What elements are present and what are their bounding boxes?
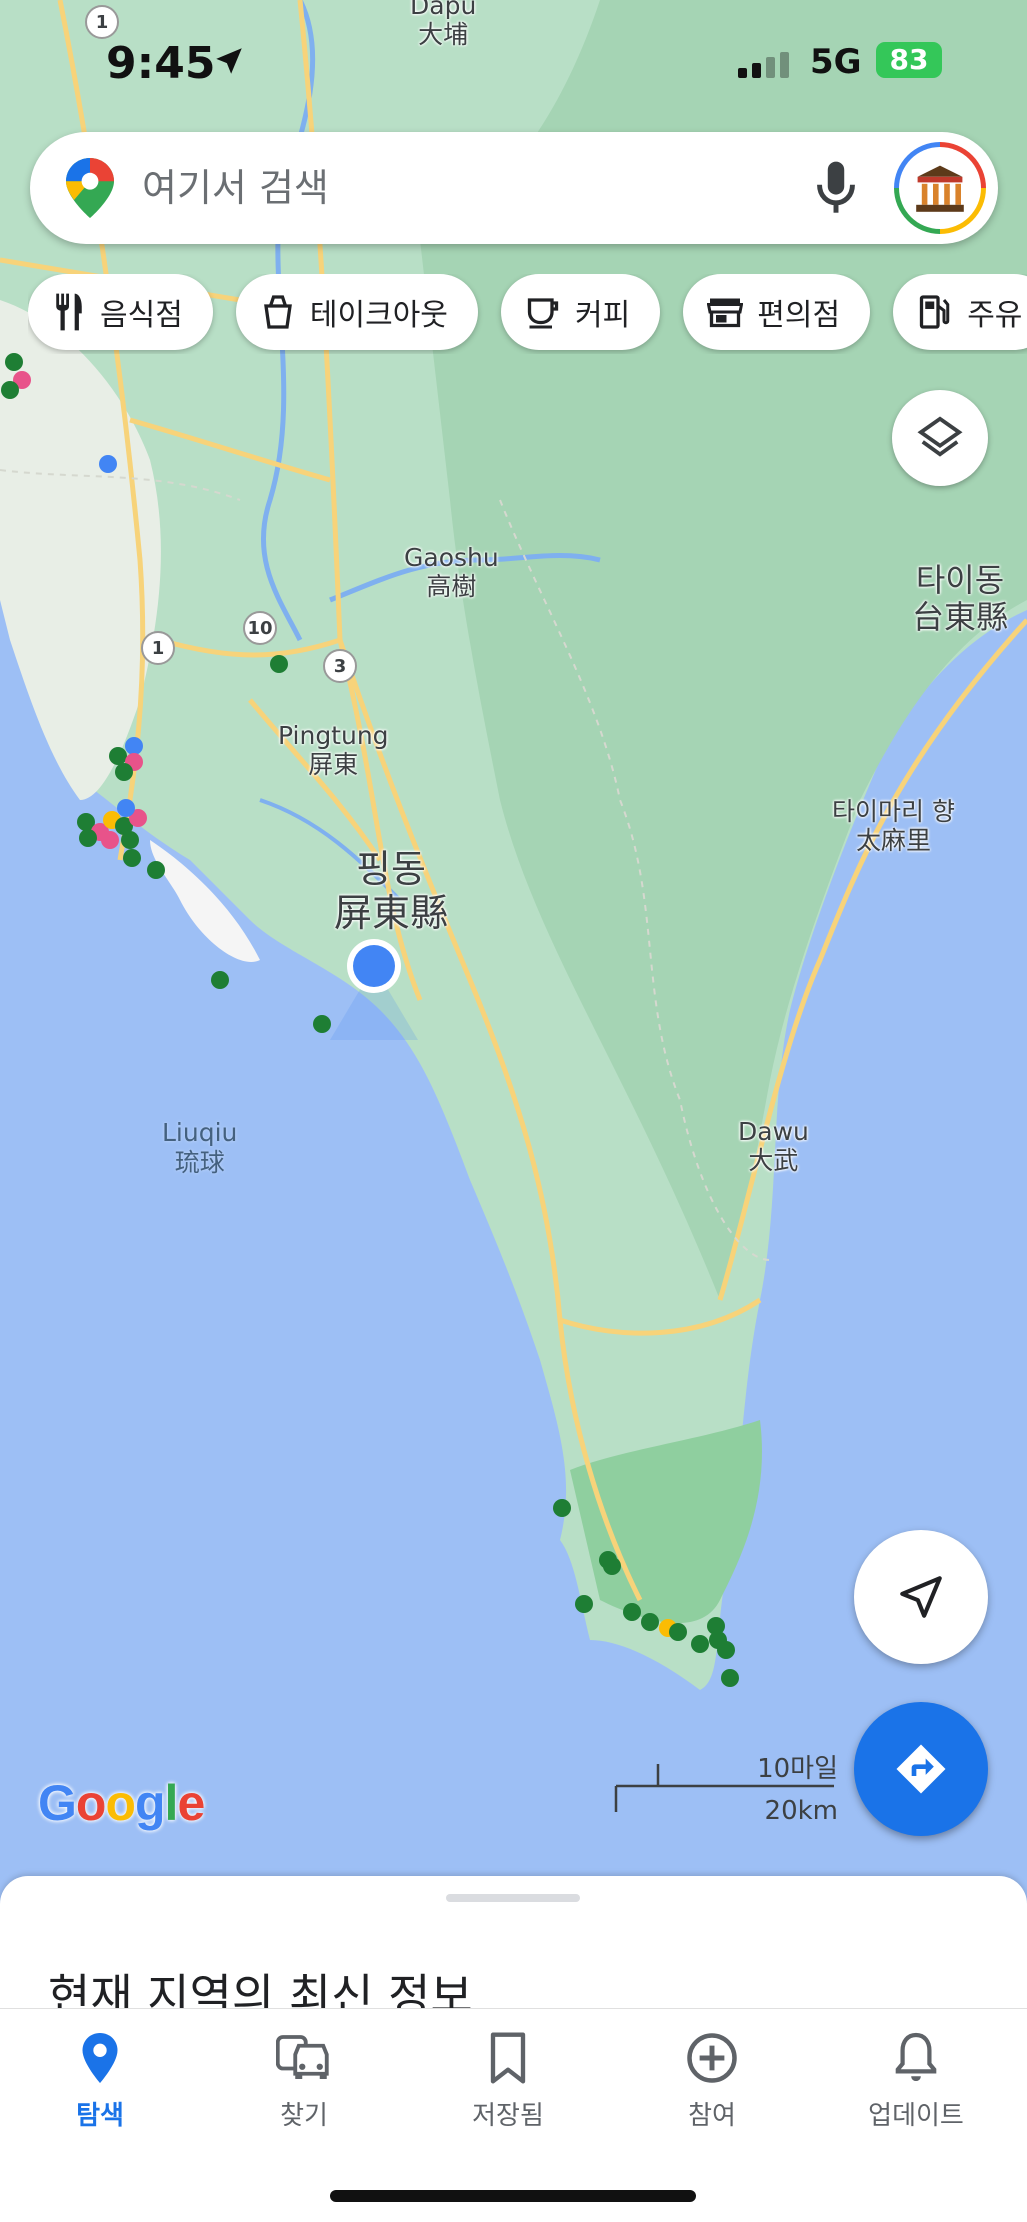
svg-text:3: 3 bbox=[334, 656, 347, 677]
chip-gas-station[interactable]: 주유 bbox=[893, 274, 1027, 350]
google-logo: Google bbox=[38, 1775, 205, 1831]
commute-car-icon bbox=[276, 2035, 329, 2079]
search-bar[interactable] bbox=[30, 132, 998, 244]
home-indicator bbox=[330, 2190, 696, 2202]
svg-text:10: 10 bbox=[247, 618, 272, 639]
location-arrow-icon bbox=[216, 48, 242, 74]
svg-text:1: 1 bbox=[152, 638, 165, 659]
scale-miles: 10마일 bbox=[757, 1754, 838, 1784]
map-label-taimali: 타이마리 향 太麻里 bbox=[832, 797, 955, 855]
status-time: 9:45 bbox=[106, 38, 216, 89]
map-label-dawu: Dawu 大武 bbox=[738, 1117, 809, 1175]
bell-icon bbox=[895, 2032, 937, 2081]
account-avatar[interactable] bbox=[894, 142, 986, 234]
tab-contribute[interactable]: 참여 bbox=[632, 2031, 792, 2132]
chip-coffee[interactable]: 커피 bbox=[501, 274, 661, 350]
network-type: 5G bbox=[810, 42, 862, 82]
map-scale: 10마일 20km bbox=[612, 1748, 838, 1838]
category-chips: 음식점 테이크아웃 커피 편의점 주유 bbox=[28, 274, 1027, 354]
map-label-liuqiu: Liuqiu 琉球 bbox=[162, 1118, 238, 1177]
tab-explore[interactable]: 탐색 bbox=[20, 2031, 180, 2132]
map-label-pingtung-county: 핑동 屏東縣 bbox=[334, 847, 449, 935]
directions-icon bbox=[896, 1744, 946, 1794]
sheet-drag-handle[interactable] bbox=[446, 1894, 580, 1902]
museum-icon bbox=[916, 165, 964, 212]
tab-saved[interactable]: 저장됨 bbox=[428, 2031, 588, 2132]
map-label-gaoshu: Gaoshu 高樹 bbox=[404, 543, 499, 601]
google-maps-pin-icon bbox=[66, 158, 114, 218]
microphone-icon[interactable] bbox=[816, 160, 856, 216]
bookmark-icon bbox=[490, 2032, 526, 2084]
store-icon bbox=[707, 298, 744, 328]
add-circle-icon bbox=[687, 2033, 737, 2083]
chip-takeout[interactable]: 테이크아웃 bbox=[235, 274, 478, 350]
status-bar: 9:45 5G 83 bbox=[0, 28, 1027, 98]
map-label-pingtung: Pingtung 屏東 bbox=[278, 721, 389, 779]
explore-pin-icon bbox=[82, 2033, 118, 2083]
gas-station-icon bbox=[920, 295, 950, 329]
map-layers-button[interactable] bbox=[892, 390, 988, 486]
battery-indicator: 83 bbox=[876, 42, 942, 78]
layers-icon bbox=[917, 416, 963, 457]
map-label-taitung: 타이동 台東縣 bbox=[912, 561, 1009, 636]
chip-convenience-store[interactable]: 편의점 bbox=[683, 274, 871, 350]
navigation-arrow-icon bbox=[900, 1576, 942, 1618]
scale-km: 20km bbox=[764, 1796, 838, 1826]
tab-commute[interactable]: 찾기 bbox=[224, 2031, 384, 2132]
coffee-cup-icon bbox=[527, 298, 559, 329]
search-input[interactable] bbox=[142, 160, 782, 216]
directions-button[interactable] bbox=[854, 1702, 988, 1836]
cellular-signal-icon bbox=[738, 52, 789, 78]
fork-knife-icon bbox=[56, 293, 82, 331]
takeout-bag-icon bbox=[264, 295, 292, 329]
my-location-button[interactable] bbox=[854, 1530, 988, 1664]
tab-updates[interactable]: 업데이트 bbox=[836, 2031, 996, 2132]
chip-restaurants[interactable]: 음식점 bbox=[28, 274, 213, 350]
